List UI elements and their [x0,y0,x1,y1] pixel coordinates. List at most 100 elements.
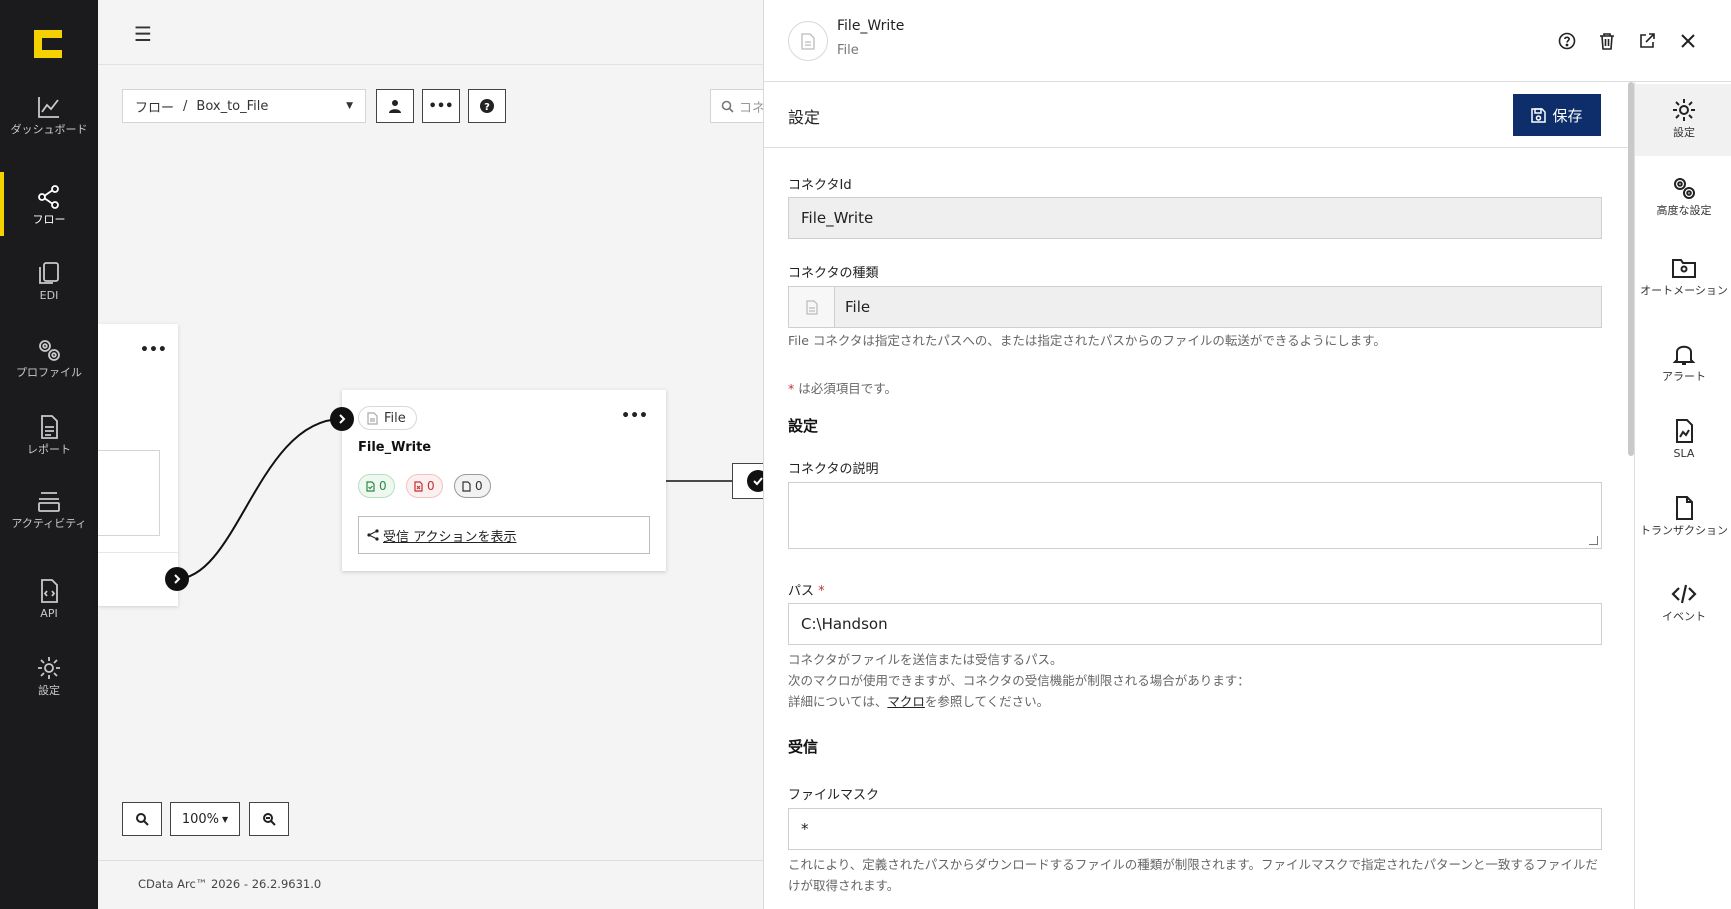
show-receive-action-link[interactable]: 受信 アクションを表示 [358,516,650,554]
folder-gear-icon [1672,259,1696,278]
gears-icon [39,340,60,361]
file-icon [1676,496,1693,520]
gears-icon [1674,178,1695,199]
tab-transactions[interactable]: トランザクション [1635,494,1731,537]
description-textarea[interactable] [788,482,1602,549]
zoom-out-button[interactable] [249,802,289,836]
nav-label: EDI [39,289,59,302]
output-port[interactable] [165,567,189,591]
file-icon [789,287,835,327]
left-navigation: ダッシュボード フロー EDI プロファイル レポート アクティビティ API … [0,0,98,909]
code-file-icon [41,579,58,603]
tab-alerts[interactable]: アラート [1635,340,1731,383]
settings-heading: 設定 [788,417,819,435]
tab-label: SLA [1673,447,1695,460]
save-button[interactable]: 保存 [1513,94,1601,136]
delete-button[interactable] [1596,30,1618,52]
zoom-out-icon [263,813,276,826]
nav-label: プロファイル [16,366,82,379]
nav-label: API [40,607,58,620]
caret-down-icon: ▼ [222,814,229,824]
nav-item-report[interactable]: レポート [0,414,98,456]
connector-id-field[interactable]: File_Write [788,197,1602,239]
layers-icon [38,492,60,512]
show-receive-action-label: 受信 アクションを表示 [383,529,517,545]
copy-icon [39,262,59,284]
tab-label: トランザクション [1640,524,1728,537]
path-help-line-3: 詳細については、マクロを参照してください。 [788,691,1602,712]
nav-item-edi[interactable]: EDI [0,260,98,302]
chart-line-icon [38,97,59,118]
node-menu-icon[interactable]: ••• [621,408,648,424]
receive-heading: 受信 [788,738,819,756]
zoom-in-icon [136,813,149,826]
connector-type-field: File [788,286,1602,328]
nav-item-dashboard[interactable]: ダッシュボード [0,94,98,136]
zoom-level-select[interactable]: 100% ▼ [170,802,240,836]
path-help-line-2: 次のマクロが使用できますが、コネクタの受信機能が制限される場合があります： [788,673,1250,688]
nav-label: アクティビティ [11,517,87,530]
panel-scrollbar[interactable] [1626,82,1634,909]
trash-icon [1600,33,1614,50]
flow-canvas[interactable]: ☰ フロー / Box_to_File ▼ ••• ? コネ ••• File … [98,0,770,909]
error-count: 0 [427,479,435,493]
pending-count: 0 [475,479,483,493]
connector-type-help: File コネクタは指定されたパスへの、または指定されたパスからのファイルの転送… [788,333,1386,348]
section-title: 設定 [788,108,821,127]
tab-events[interactable]: イベント [1635,580,1731,623]
tab-label: オートメーション [1640,284,1728,297]
bell-icon [1672,345,1696,365]
tab-label: 設定 [1673,126,1695,139]
connector-type-label: コネクタの種類 [788,266,879,281]
tab-sla[interactable]: SLA [1635,417,1731,460]
nav-item-activity[interactable]: アクティビティ [0,488,98,530]
tab-label: イベント [1662,610,1706,623]
gear-icon [38,657,60,679]
share-nodes-icon [38,185,59,209]
filemask-field[interactable]: * [788,808,1602,850]
input-port[interactable] [330,407,354,431]
connector-avatar [788,21,828,61]
required-note-text: は必須項目です。 [794,381,897,396]
required-star: * [814,584,825,599]
node-name: File_Write [358,440,432,455]
path-help-post: を参照してください。 [924,694,1050,709]
macro-link[interactable]: マクロ [887,694,925,709]
received-count-badge[interactable]: 0 [358,474,395,498]
nav-item-profile[interactable]: プロファイル [0,337,98,379]
file-write-node[interactable]: File ••• File_Write 0 0 0 受信 アクションを表示 [342,390,666,571]
connector-type-label: File [384,410,406,426]
version-text: CData Arc™ 2026 - 26.2.9631.0 [138,877,322,891]
nav-item-settings[interactable]: 設定 [0,655,98,697]
share-icon [367,529,379,541]
file-error-icon [414,480,423,492]
open-external-button[interactable] [1636,30,1658,52]
node-menu-icon[interactable]: ••• [140,342,167,358]
pending-count-badge[interactable]: 0 [454,474,491,498]
cdata-logo[interactable] [32,28,64,60]
close-icon [1681,34,1695,48]
path-label-text: パス [788,584,815,599]
source-connector-node[interactable]: ••• [98,324,178,606]
error-count-badge[interactable]: 0 [406,474,443,498]
nav-label: ダッシュボード [10,123,88,136]
node-divider [98,552,178,553]
panel-title: File_Write [837,18,905,34]
path-field[interactable]: C:\Handson [788,603,1602,645]
help-button[interactable] [1556,30,1578,52]
path-help-pre: 詳細については、 [788,694,888,709]
node-content-box [98,450,160,536]
tab-settings[interactable]: 設定 [1635,84,1731,156]
close-button[interactable] [1677,30,1699,52]
nav-item-flow[interactable]: フロー [0,172,98,236]
tab-advanced-settings[interactable]: 高度な設定 [1635,174,1731,217]
path-help-line-1: コネクタがファイルを送信または受信するパス。 [788,652,1063,667]
tab-label: アラート [1662,370,1706,383]
filemask-help: これにより、定義されたパスからダウンロードするファイルの種類が制限されます。ファ… [788,857,1598,893]
chevron-right-icon [174,574,181,584]
nav-label: レポート [27,443,71,456]
nav-item-api[interactable]: API [0,578,98,620]
zoom-in-button[interactable] [122,802,162,836]
tab-automation[interactable]: オートメーション [1635,254,1731,297]
nav-label: 設定 [38,684,60,697]
